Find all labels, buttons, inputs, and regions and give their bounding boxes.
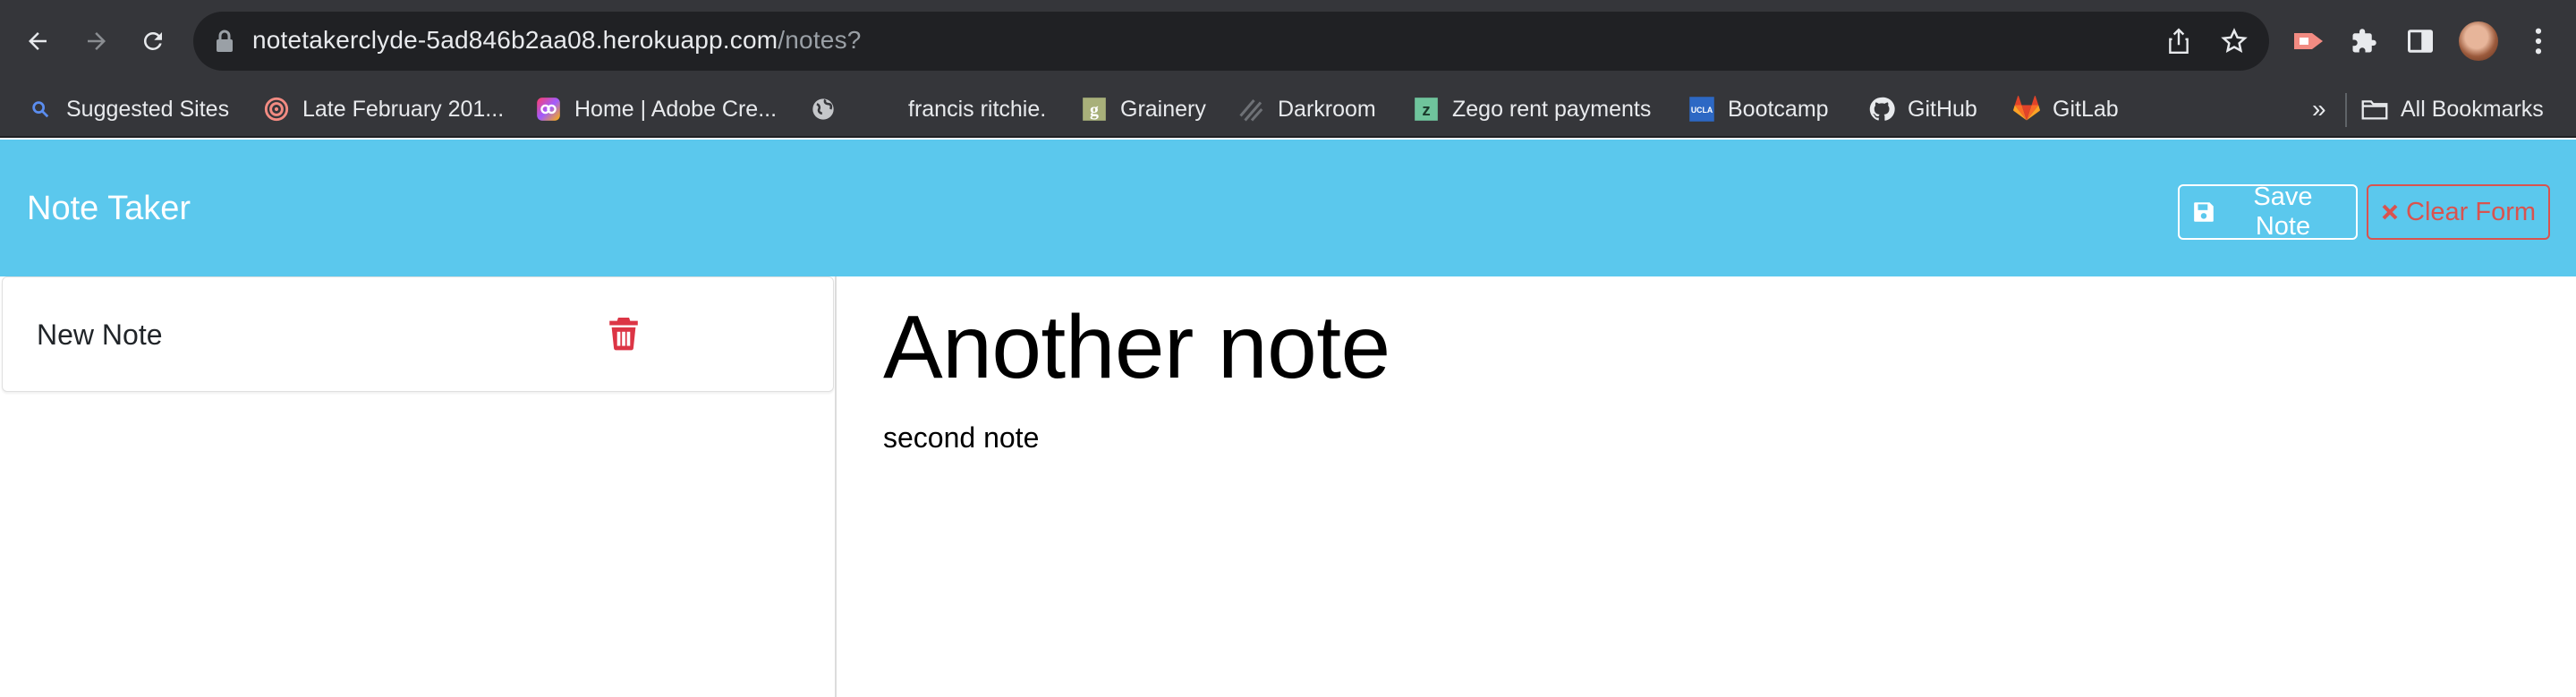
adobe-cc-icon [535, 96, 562, 123]
url-host: notetakerclyde-5ad846b2aa08.herokuapp.co… [252, 26, 778, 54]
save-note-button[interactable]: Save Note [2178, 183, 2358, 241]
ucla-icon: UCLA [1688, 96, 1715, 123]
reload-button[interactable] [130, 18, 176, 64]
side-panel-button[interactable] [2401, 21, 2440, 61]
bookmark-label: Darkroom [1278, 96, 1376, 122]
bookmark-star-button[interactable] [2217, 24, 2251, 58]
bookmark-label: Zego rent payments [1452, 96, 1652, 122]
bookmark-bootcamp[interactable]: UCLA Bootcamp [1688, 93, 1829, 125]
bookmark-label: GitLab [2053, 96, 2119, 122]
save-icon [2194, 202, 2214, 222]
bookmark-late-february[interactable]: Late February 201... [263, 93, 504, 125]
save-note-label: Save Note [2253, 183, 2313, 241]
extension-icon [2294, 33, 2323, 49]
bookmark-label: Bootcamp [1728, 96, 1829, 122]
back-icon [29, 32, 47, 50]
bookmark-label: Grainery [1120, 96, 1206, 122]
trash-icon[interactable] [608, 315, 639, 351]
extension-button[interactable] [2289, 21, 2328, 61]
folder-icon [2361, 96, 2388, 123]
search-icon [27, 96, 54, 123]
bookmarks-overflow-button[interactable]: » [2312, 93, 2326, 125]
sidebar-icon [2408, 30, 2433, 53]
share-icon [2169, 28, 2189, 55]
darkroom-icon [1238, 96, 1265, 123]
bookmark-grainery[interactable]: g Grainery [1081, 93, 1206, 125]
svg-text:UCLA: UCLA [1691, 106, 1713, 115]
app-title[interactable]: Note Taker [27, 190, 191, 228]
bookmarks-separator [2345, 93, 2347, 127]
bookmark-suggested-sites[interactable]: Suggested Sites [27, 93, 229, 125]
app-navbar: Note Taker Save Note Clear Form [0, 140, 2576, 276]
bookmark-globe[interactable] [810, 93, 849, 125]
gitlab-icon [2013, 96, 2040, 123]
bookmark-adobe[interactable]: Home | Adobe Cre... [535, 93, 777, 125]
grainery-icon: g [1081, 96, 1108, 123]
extensions-menu-button[interactable] [2344, 21, 2384, 61]
clear-form-label: Clear Form [2406, 197, 2537, 226]
bookmark-darkroom[interactable]: Darkroom [1238, 93, 1376, 125]
target-icon [263, 96, 290, 123]
close-icon [2382, 204, 2398, 220]
note-title[interactable]: Another note [883, 296, 1390, 399]
globe-icon [810, 96, 837, 123]
star-icon [2221, 28, 2248, 54]
bookmark-label: Late February 201... [302, 96, 505, 122]
bookmark-francis-ritchie[interactable]: francis ritchie. [908, 93, 1046, 125]
forward-button[interactable] [73, 18, 120, 64]
bookmark-zego[interactable]: z Zego rent payments [1413, 93, 1651, 125]
bookmark-label: GitHub [1908, 96, 1977, 122]
lock-icon [217, 30, 233, 52]
github-icon [1868, 96, 1895, 123]
bookmark-label: francis ritchie. [908, 96, 1047, 122]
svg-text:g: g [1090, 100, 1099, 120]
browser-toolbar: notetakerclyde-5ad846b2aa08.herokuapp.co… [0, 0, 2576, 82]
note-list: New Note [0, 276, 837, 697]
bookmark-label: Home | Adobe Cre... [574, 96, 778, 122]
back-button[interactable] [14, 18, 61, 64]
url-text: notetakerclyde-5ad846b2aa08.herokuapp.co… [252, 26, 862, 55]
zego-icon: z [1413, 96, 1440, 123]
bookmark-label: Suggested Sites [66, 96, 230, 122]
note-text[interactable]: second note [883, 421, 1039, 455]
bookmark-github[interactable]: GitHub [1868, 93, 1977, 125]
url-path: /notes? [778, 26, 862, 54]
share-button[interactable] [2162, 24, 2196, 58]
address-bar[interactable]: notetakerclyde-5ad846b2aa08.herokuapp.co… [193, 12, 2269, 71]
all-bookmarks-button[interactable]: All Bookmarks [2361, 93, 2544, 125]
overflow-chevron: » [2312, 95, 2326, 123]
browser-menu-button[interactable] [2519, 21, 2558, 61]
note-list-label: New Note [37, 319, 163, 351]
list-item[interactable]: New Note [2, 276, 834, 392]
all-bookmarks-label: All Bookmarks [2401, 96, 2544, 122]
clear-form-button[interactable]: Clear Form [2367, 184, 2550, 240]
bookmark-gitlab[interactable]: GitLab [2013, 93, 2119, 125]
forward-icon [88, 32, 106, 50]
kebab-menu-icon [2535, 28, 2542, 55]
avatar[interactable] [2459, 21, 2498, 61]
puzzle-icon [2352, 29, 2376, 53]
reload-icon [143, 31, 162, 50]
svg-text:z: z [1422, 100, 1430, 119]
